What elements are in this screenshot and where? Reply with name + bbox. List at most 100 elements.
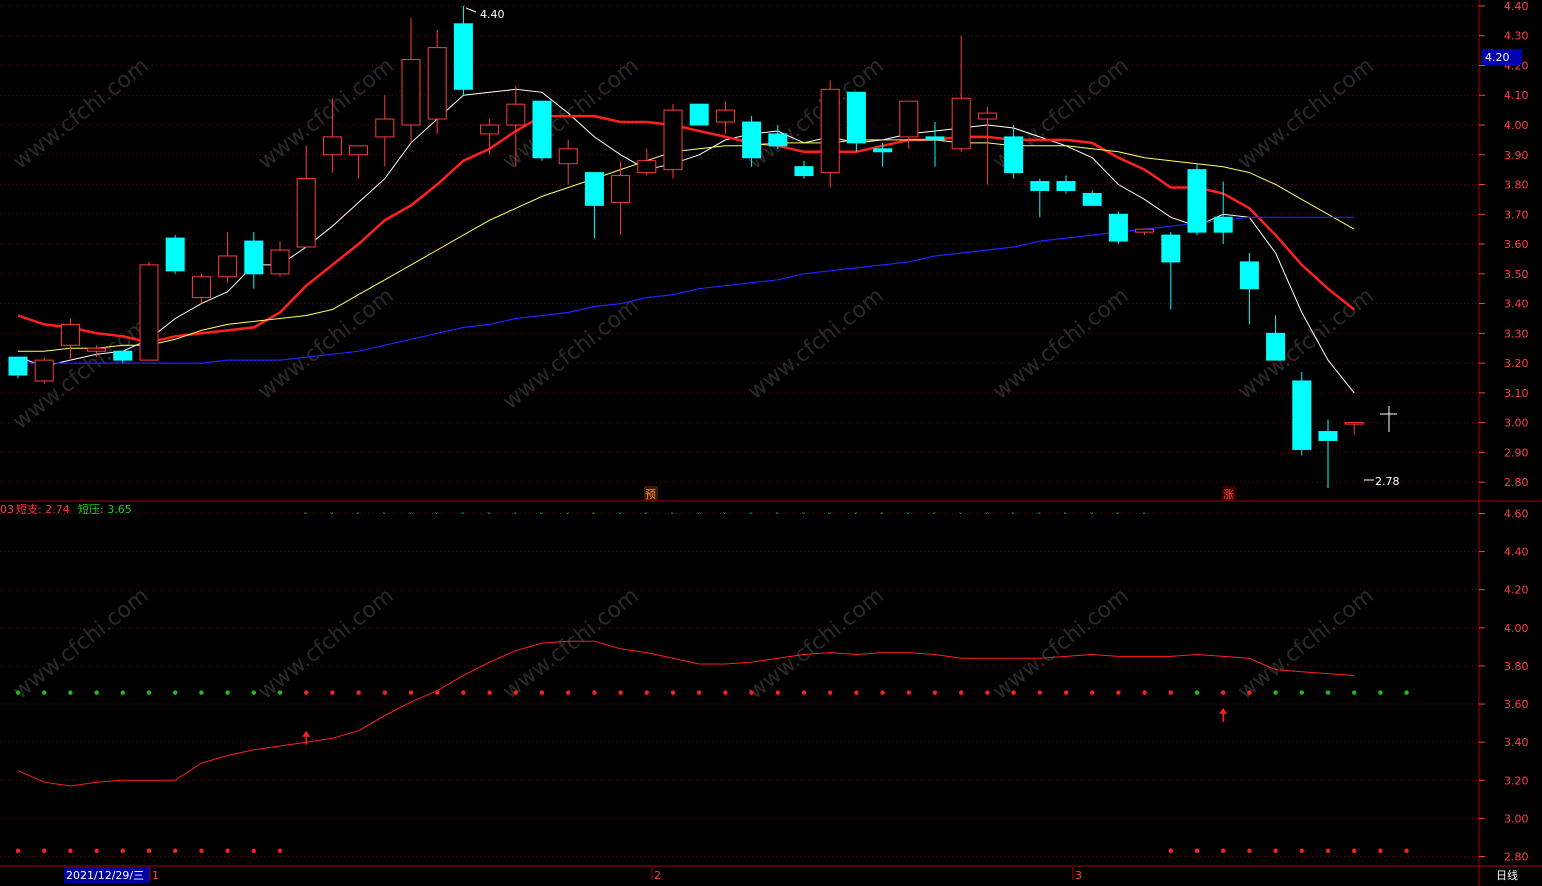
watermark-text: www.cfchi.com	[743, 53, 888, 174]
indicator-upper-dot	[618, 690, 623, 695]
price-tick-label: 2.80	[1504, 476, 1529, 489]
watermark-text: www.cfchi.com	[988, 583, 1133, 704]
candle[interactable]	[1344, 422, 1364, 435]
indicator-support-label: 短支: 2.74	[16, 502, 70, 516]
candle[interactable]	[480, 119, 500, 155]
candle[interactable]	[1161, 232, 1181, 310]
candle[interactable]	[296, 145, 316, 248]
month-label: 2	[654, 869, 661, 882]
candle[interactable]	[8, 356, 28, 378]
candle[interactable]	[349, 145, 369, 179]
indicator-upper-dot	[1404, 690, 1409, 695]
candle[interactable]	[34, 357, 54, 384]
candle[interactable]	[977, 107, 997, 185]
candle[interactable]	[191, 273, 211, 304]
candle[interactable]	[375, 95, 395, 167]
indicator-upper-dot	[854, 690, 859, 695]
candle[interactable]	[951, 35, 971, 152]
indicator-tick-label: 4.40	[1504, 546, 1529, 559]
price-tick-label: 4.30	[1504, 30, 1529, 43]
candle-body	[1082, 192, 1102, 206]
buy-arrow-head	[1219, 707, 1228, 714]
candle[interactable]	[270, 241, 290, 277]
candle[interactable]	[1266, 315, 1286, 361]
indicator-upper-dot	[277, 690, 283, 695]
price-tick-label: 2.90	[1504, 446, 1529, 459]
candle[interactable]	[1030, 178, 1050, 218]
indicator-upper-dot	[1037, 690, 1043, 695]
candle[interactable]	[532, 100, 552, 161]
candle[interactable]	[1082, 190, 1102, 206]
candle[interactable]	[1056, 175, 1076, 194]
period-label[interactable]: 日线	[1496, 868, 1518, 882]
candle[interactable]	[244, 232, 264, 289]
indicator-resistance-tick: ˇ	[1142, 511, 1147, 522]
candle[interactable]	[139, 261, 159, 361]
indicator-upper-dot	[513, 690, 518, 695]
candle-body	[113, 350, 133, 361]
indicator-resistance-tick: ˇ	[906, 511, 911, 522]
indicator-resistance-tick: ˇ	[722, 511, 727, 522]
indicator-upper-dot	[880, 690, 885, 695]
candle-body	[1030, 181, 1050, 191]
indicator-lower-dot	[68, 848, 73, 853]
candle[interactable]	[1318, 419, 1338, 489]
candle[interactable]	[715, 101, 735, 134]
candle[interactable]	[1187, 163, 1207, 236]
indicator-upper-dot	[94, 690, 99, 695]
indicator-upper-dot	[330, 690, 335, 695]
candle-body	[60, 323, 80, 346]
indicator-resistance-tick: ˇ	[775, 511, 780, 522]
indicator-resistance-tick: ˇ	[329, 511, 334, 522]
candle[interactable]	[453, 5, 473, 96]
candle[interactable]	[637, 148, 657, 176]
indicator-prefix: 03	[0, 503, 14, 516]
candle[interactable]	[584, 172, 604, 239]
indicator-resistance-tick: ˇ	[1089, 511, 1094, 522]
marker-pre[interactable]: 预	[645, 488, 656, 501]
current-price-label: 4.20	[1485, 51, 1510, 64]
watermark-text: www.cfchi.com	[253, 583, 398, 704]
indicator-resistance-tick: ˇ	[618, 511, 623, 522]
candle[interactable]	[558, 139, 578, 185]
candle[interactable]	[846, 91, 866, 152]
indicator-upper-dot	[1325, 690, 1331, 695]
indicator-upper-dot	[775, 690, 780, 695]
indicator-upper-dot	[1142, 690, 1147, 695]
indicator-resistance-tick: ˇ	[853, 511, 858, 522]
candle[interactable]	[1239, 252, 1259, 325]
indicator-resistance-tick: ˇ	[827, 511, 832, 522]
marker-rise[interactable]: 涨	[1223, 488, 1234, 501]
candle-body	[820, 88, 840, 174]
candle[interactable]	[401, 17, 421, 143]
candle[interactable]	[165, 235, 185, 274]
indicator-lower-dot	[1299, 848, 1305, 853]
stock-chart[interactable]: www.cfchi.com www.cfchi.com www.cfchi.com w…	[0, 0, 1542, 886]
candle[interactable]	[794, 160, 814, 179]
candle-body	[1056, 181, 1076, 191]
indicator-upper-dot	[1378, 690, 1383, 695]
candle[interactable]	[663, 104, 683, 179]
candle[interactable]	[427, 29, 447, 134]
price-tick-label: 3.50	[1504, 268, 1529, 281]
indicator-lower-dot	[120, 848, 126, 853]
candlesticks[interactable]	[8, 5, 1364, 489]
selected-date[interactable]: 2021/12/29/三	[66, 869, 144, 882]
candle[interactable]	[925, 122, 945, 167]
indicator-resistance-tick: ˇ	[539, 511, 544, 522]
watermark-text: www.cfchi.com	[498, 583, 643, 704]
candle-body	[768, 133, 788, 147]
indicator-resistance-tick: ˇ	[932, 511, 937, 522]
candle-body	[1239, 261, 1259, 290]
candle-body	[453, 23, 473, 90]
candle[interactable]	[218, 232, 238, 283]
price-tick-label: 4.40	[1504, 0, 1529, 13]
candle[interactable]	[1292, 372, 1312, 456]
crosshair-cursor	[1380, 406, 1397, 432]
candle[interactable]	[1135, 228, 1155, 236]
watermark-text: www.cfchi.com	[1233, 53, 1378, 174]
candle[interactable]	[820, 80, 840, 188]
candle[interactable]	[689, 103, 709, 126]
candle[interactable]	[60, 318, 80, 361]
candle[interactable]	[1108, 211, 1128, 245]
